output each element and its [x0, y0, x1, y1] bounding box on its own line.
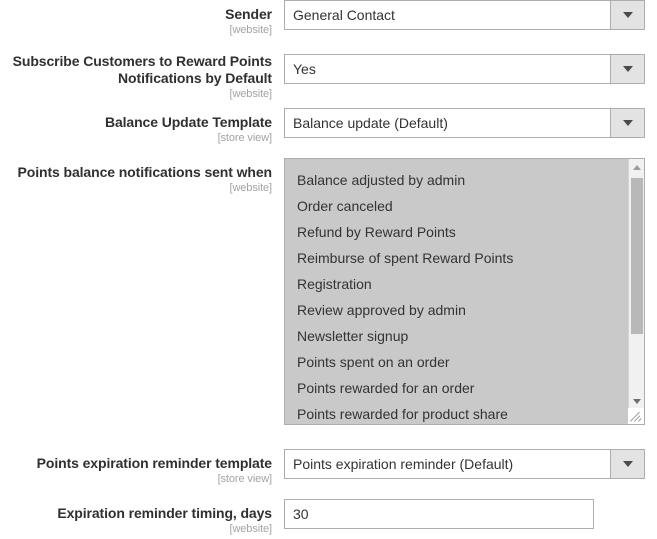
- scope-text: [website]: [229, 88, 272, 100]
- sender-select-value: General Contact: [293, 7, 395, 23]
- label-text: Expiration reminder timing, days: [57, 505, 272, 521]
- field-label-expiration-reminder-timing-days: Expiration reminder timing, days [websit…: [0, 505, 272, 536]
- scroll-down-arrow-icon[interactable]: [629, 393, 644, 409]
- scroll-up-arrow-glyph: [632, 164, 641, 170]
- label-text: Points expiration reminder template: [36, 455, 272, 471]
- field-control-expiration-reminder-timing-days: 30: [284, 499, 594, 529]
- expiration-reminder-timing-days-input[interactable]: 30: [284, 499, 594, 529]
- scope-text: [store view]: [217, 473, 273, 485]
- label-text: Subscribe Customers to Reward Points Not…: [12, 53, 272, 86]
- field-label-sender: Sender [website]: [0, 6, 272, 37]
- scope-text: [website]: [229, 182, 272, 194]
- balance-update-template-select[interactable]: Balance update (Default): [284, 108, 645, 138]
- reward-points-notifications-settings-form: Sender [website] General Contact Subscri…: [0, 0, 657, 539]
- resize-grip-icon[interactable]: [628, 408, 644, 424]
- chevron-down-glyph: [622, 12, 633, 18]
- label-text: Sender: [225, 6, 272, 22]
- chevron-down-icon[interactable]: [610, 55, 644, 83]
- field-control-balance-update-template: Balance update (Default): [284, 108, 645, 138]
- list-item[interactable]: Refund by Reward Points: [285, 219, 627, 245]
- list-item[interactable]: Order canceled: [285, 193, 627, 219]
- field-label-points-balance-notifications: Points balance notifications sent when […: [0, 164, 273, 195]
- balance-update-template-select-value: Balance update (Default): [293, 115, 448, 131]
- chevron-down-icon[interactable]: [610, 109, 644, 137]
- list-item[interactable]: Review approved by admin: [285, 297, 627, 323]
- list-item[interactable]: Registration: [285, 271, 627, 297]
- points-expiration-reminder-template-select-value: Points expiration reminder (Default): [293, 456, 514, 472]
- label-text: Points balance notifications sent when: [17, 164, 273, 180]
- points-expiration-reminder-template-select[interactable]: Points expiration reminder (Default): [284, 449, 645, 479]
- scroll-down-arrow-glyph: [632, 398, 641, 404]
- field-control-subscribe-customers: Yes: [284, 54, 645, 84]
- list-item[interactable]: Reimburse of spent Reward Points: [285, 245, 627, 271]
- chevron-down-glyph: [622, 461, 633, 467]
- scrollbar-thumb[interactable]: [631, 178, 643, 334]
- chevron-down-icon[interactable]: [610, 1, 644, 29]
- points-balance-notifications-multiselect[interactable]: Balance adjusted by admin Order canceled…: [284, 158, 645, 425]
- chevron-down-glyph: [622, 66, 633, 72]
- label-text: Balance Update Template: [104, 114, 272, 130]
- scope-text: [website]: [229, 24, 272, 36]
- scope-text: [store view]: [217, 132, 273, 144]
- field-label-balance-update-template: Balance Update Template [store view]: [0, 114, 272, 145]
- field-control-points-balance-notifications: Balance adjusted by admin Order canceled…: [284, 158, 645, 425]
- list-item[interactable]: Points spent on an order: [285, 349, 627, 375]
- field-control-points-expiration-reminder-template: Points expiration reminder (Default): [284, 449, 645, 479]
- chevron-down-icon[interactable]: [610, 450, 644, 478]
- scroll-up-arrow-icon[interactable]: [629, 159, 644, 175]
- multiselect-scrollbar[interactable]: [628, 159, 644, 424]
- list-item[interactable]: Balance adjusted by admin: [285, 167, 627, 193]
- list-item[interactable]: Points rewarded for an order: [285, 375, 627, 401]
- field-label-points-expiration-reminder-template: Points expiration reminder template [sto…: [0, 455, 272, 486]
- subscribe-customers-select-value: Yes: [293, 61, 316, 77]
- multiselect-option-list: Balance adjusted by admin Order canceled…: [285, 159, 627, 424]
- list-item[interactable]: Newsletter signup: [285, 323, 627, 349]
- resize-grip-line: [638, 418, 642, 422]
- list-item[interactable]: Points rewarded for product share: [285, 401, 627, 424]
- subscribe-customers-select[interactable]: Yes: [284, 54, 645, 84]
- field-control-sender: General Contact: [284, 0, 645, 30]
- scope-text: [website]: [229, 523, 272, 535]
- field-label-subscribe-customers: Subscribe Customers to Reward Points Not…: [0, 53, 272, 101]
- chevron-down-glyph: [622, 120, 633, 126]
- sender-select[interactable]: General Contact: [284, 0, 645, 30]
